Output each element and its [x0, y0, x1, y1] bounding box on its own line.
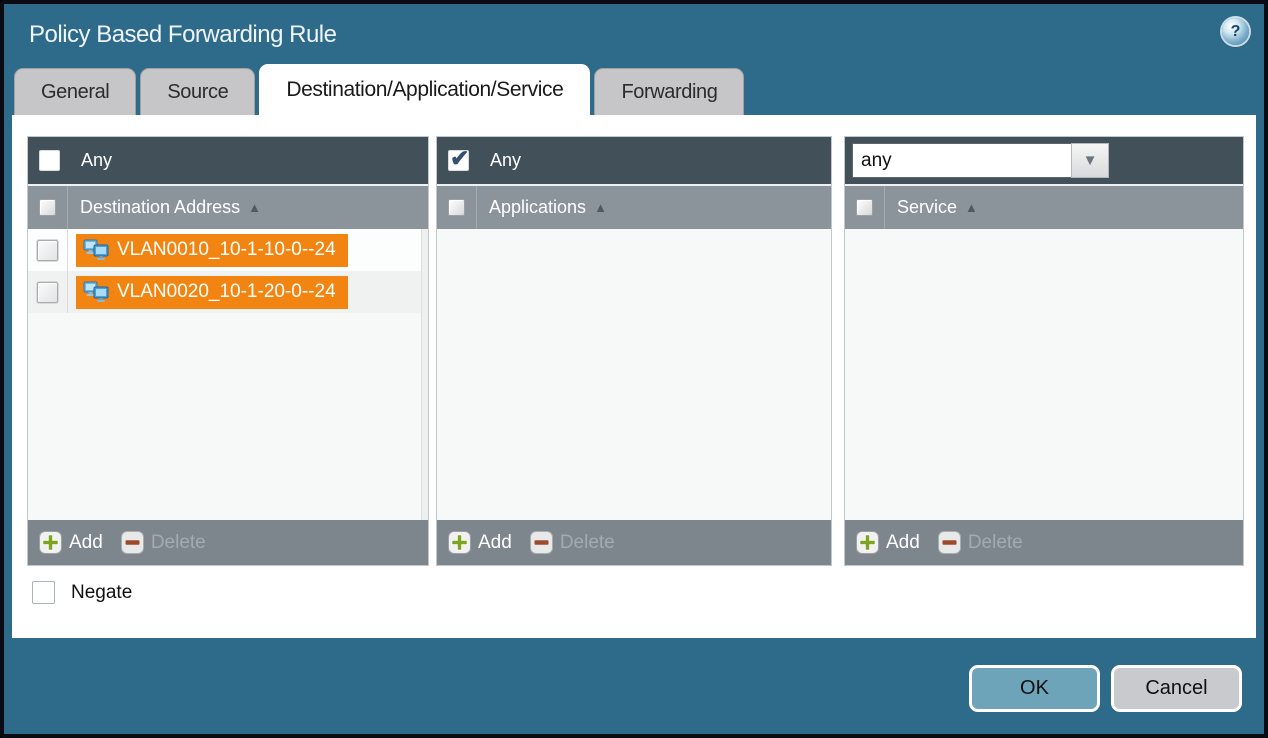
service-footer-bar: Add Delete [845, 520, 1243, 565]
negate-checkbox[interactable] [32, 581, 55, 604]
destination-address-header-label: Destination Address [80, 197, 240, 218]
plus-icon [39, 531, 62, 554]
dropdown-button[interactable] [1071, 143, 1109, 178]
add-button[interactable]: Add [856, 531, 920, 554]
minus-icon [121, 531, 144, 554]
service-header[interactable]: Service [845, 184, 1243, 229]
destination-any-bar: Any [28, 137, 428, 184]
tab-bar: General Source Destination/Application/S… [14, 64, 744, 115]
add-button[interactable]: Add [448, 531, 512, 554]
cancel-button[interactable]: Cancel [1111, 665, 1242, 712]
service-select-all-checkbox[interactable] [856, 199, 873, 216]
table-row: VLAN0020_10-1-20-0--24 [28, 271, 428, 313]
destination-address-header[interactable]: Destination Address [28, 184, 428, 229]
applications-any-label: Any [490, 150, 521, 171]
row-checkbox[interactable] [37, 240, 58, 261]
chevron-down-icon [1083, 152, 1098, 169]
sort-ascending-icon[interactable] [248, 200, 261, 215]
network-icon [83, 281, 109, 303]
delete-button[interactable]: Delete [938, 531, 1023, 554]
plus-icon [448, 531, 471, 554]
dialog-footer: OK Cancel [4, 638, 1264, 734]
applications-any-bar: Any [437, 137, 831, 184]
applications-footer-bar: Add Delete [437, 520, 831, 565]
tab-source[interactable]: Source [140, 68, 255, 115]
negate-label: Negate [71, 582, 132, 604]
delete-button-label: Delete [560, 532, 615, 554]
applications-header[interactable]: Applications [437, 184, 831, 229]
address-object-label: VLAN0020_10-1-20-0--24 [117, 281, 336, 303]
tab-content-panel: Any Destination Address [12, 115, 1256, 638]
columns-container: Any Destination Address [27, 136, 1256, 566]
ok-button[interactable]: OK [969, 665, 1100, 712]
address-object-label: VLAN0010_10-1-10-0--24 [117, 239, 336, 261]
applications-list [437, 229, 831, 520]
dialog-titlebar: Policy Based Forwarding Rule ? [4, 4, 1264, 66]
address-object-chip[interactable]: VLAN0020_10-1-20-0--24 [76, 276, 348, 309]
minus-icon [530, 531, 553, 554]
delete-button-label: Delete [151, 532, 206, 554]
service-column: Service Add [844, 136, 1244, 566]
table-row: VLAN0010_10-1-10-0--24 [28, 229, 428, 271]
service-dropdown-input[interactable] [852, 143, 1071, 178]
delete-button-label: Delete [968, 532, 1023, 554]
add-button-label: Add [478, 532, 512, 554]
destination-address-column: Any Destination Address [27, 136, 429, 566]
add-button-label: Add [69, 532, 103, 554]
applications-select-all-checkbox[interactable] [448, 199, 465, 216]
network-icon [83, 239, 109, 261]
applications-header-label: Applications [489, 197, 586, 218]
destination-footer-bar: Add Delete [28, 520, 428, 565]
sort-ascending-icon[interactable] [965, 200, 978, 215]
help-icon[interactable]: ? [1222, 18, 1249, 45]
tab-forwarding[interactable]: Forwarding [594, 68, 744, 115]
applications-column: Any Applications Add [436, 136, 832, 566]
destination-address-list: VLAN0010_10-1-10-0--24 [28, 229, 428, 520]
dialog-title: Policy Based Forwarding Rule [29, 21, 336, 49]
destination-select-all-checkbox[interactable] [39, 199, 56, 216]
row-checkbox[interactable] [37, 282, 58, 303]
service-list [845, 229, 1243, 520]
negate-row: Negate [32, 581, 1256, 604]
service-dropdown[interactable] [852, 143, 1109, 178]
service-selector-bar [845, 137, 1243, 184]
destination-any-label: Any [81, 150, 112, 171]
add-button[interactable]: Add [39, 531, 103, 554]
delete-button[interactable]: Delete [121, 531, 206, 554]
applications-any-checkbox[interactable] [448, 150, 469, 171]
destination-any-checkbox[interactable] [39, 150, 60, 171]
sort-ascending-icon[interactable] [594, 200, 607, 215]
delete-button[interactable]: Delete [530, 531, 615, 554]
tab-general[interactable]: General [14, 68, 136, 115]
minus-icon [938, 531, 961, 554]
plus-icon [856, 531, 879, 554]
tab-destination-application-service[interactable]: Destination/Application/Service [259, 64, 590, 115]
address-object-chip[interactable]: VLAN0010_10-1-10-0--24 [76, 234, 348, 267]
scrollbar-track[interactable] [421, 229, 428, 520]
add-button-label: Add [886, 532, 920, 554]
policy-based-forwarding-dialog: Policy Based Forwarding Rule ? General S… [0, 0, 1268, 738]
service-header-label: Service [897, 197, 957, 218]
